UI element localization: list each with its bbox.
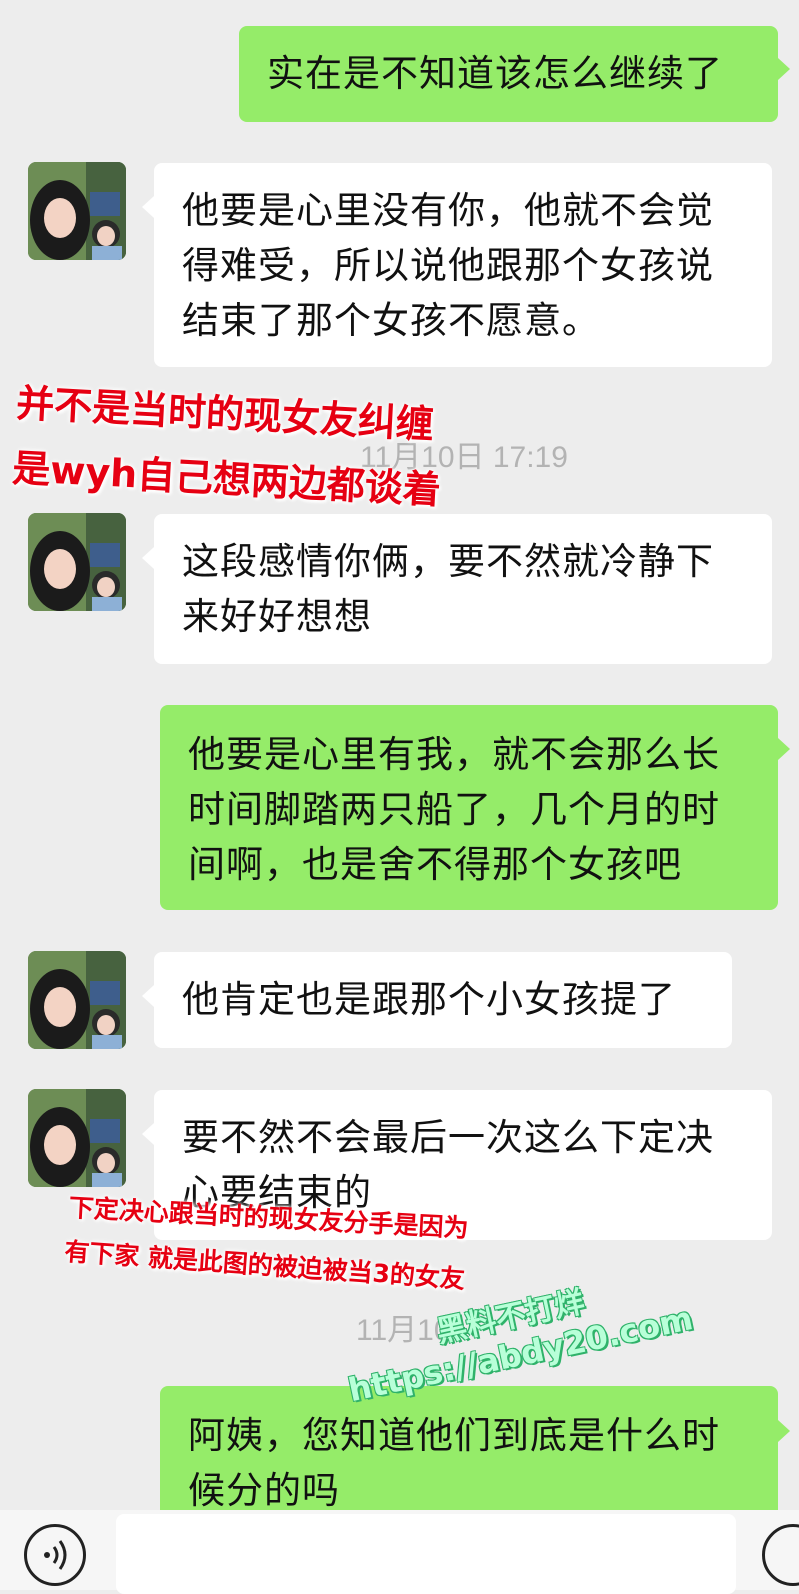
contact-avatar[interactable] bbox=[28, 951, 126, 1049]
bubble-tail bbox=[142, 1123, 154, 1145]
contact-avatar[interactable] bbox=[28, 1089, 126, 1187]
voice-button[interactable] bbox=[24, 1524, 86, 1586]
contact-avatar[interactable] bbox=[28, 162, 126, 260]
annotation-text: 并不是当时的现女友纠缠 bbox=[15, 380, 435, 447]
bubble-tail bbox=[778, 58, 790, 80]
message-bubble-incoming[interactable]: 这段感情你俩，要不然就冷静下来好好想想 bbox=[154, 514, 772, 664]
avatar-image bbox=[28, 513, 126, 611]
message-bubble-incoming[interactable]: 他肯定也是跟那个小女孩提了 bbox=[154, 952, 732, 1048]
voice-icon bbox=[44, 1540, 67, 1570]
message-bubble-outgoing[interactable]: 实在是不知道该怎么继续了 bbox=[239, 26, 778, 122]
message-input[interactable] bbox=[116, 1514, 736, 1594]
message-bubble-incoming[interactable]: 他要是心里没有你，他就不会觉得难受，所以说他跟那个女孩说结束了那个女孩不愿意。 bbox=[154, 163, 772, 367]
bubble-tail bbox=[142, 196, 154, 218]
bubble-tail bbox=[778, 1420, 790, 1442]
bubble-tail bbox=[142, 547, 154, 569]
avatar-image bbox=[28, 951, 126, 1049]
message-bubble-outgoing[interactable]: 他要是心里有我，就不会那么长时间脚踏两只船了，几个月的时间啊，也是舍不得那个女孩… bbox=[160, 705, 778, 910]
avatar-image bbox=[28, 162, 126, 260]
bubble-tail bbox=[778, 738, 790, 760]
bubble-tail bbox=[142, 985, 154, 1007]
contact-avatar[interactable] bbox=[28, 513, 126, 611]
avatar-image bbox=[28, 1089, 126, 1187]
